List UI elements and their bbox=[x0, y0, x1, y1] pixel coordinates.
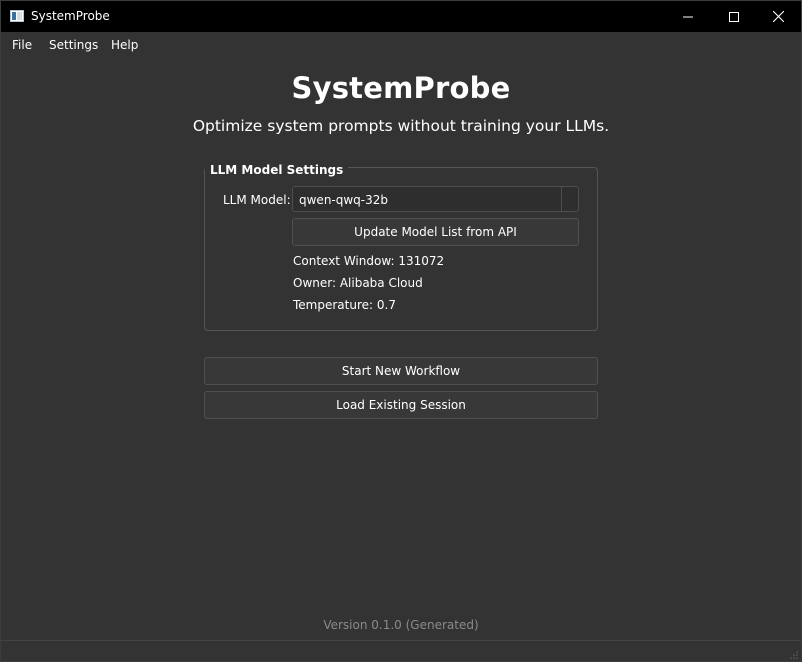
app-window-icon bbox=[10, 10, 24, 22]
minimize-button[interactable] bbox=[665, 1, 711, 32]
llm-model-select[interactable]: qwen-qwq-32b bbox=[292, 186, 579, 212]
start-new-workflow-button[interactable]: Start New Workflow bbox=[204, 357, 598, 385]
llm-model-value: qwen-qwq-32b bbox=[299, 193, 389, 207]
page-subtitle: Optimize system prompts without training… bbox=[192, 117, 610, 135]
owner-info: Owner: Alibaba Cloud bbox=[293, 276, 423, 290]
update-model-list-label: Update Model List from API bbox=[354, 225, 517, 239]
maximize-icon bbox=[729, 11, 739, 22]
title-bar[interactable]: SystemProbe bbox=[1, 1, 801, 32]
load-existing-session-button[interactable]: Load Existing Session bbox=[204, 391, 598, 419]
window-title: SystemProbe bbox=[31, 9, 110, 23]
start-new-workflow-label: Start New Workflow bbox=[341, 364, 461, 378]
page-title: SystemProbe bbox=[291, 71, 511, 105]
temperature-info: Temperature: 0.7 bbox=[293, 298, 396, 312]
close-button[interactable] bbox=[755, 1, 801, 32]
version-label: Version 0.1.0 (Generated) bbox=[323, 618, 479, 632]
menu-settings[interactable]: Settings bbox=[49, 38, 98, 52]
maximize-button[interactable] bbox=[711, 1, 757, 32]
minimize-icon bbox=[683, 16, 693, 17]
close-icon bbox=[772, 11, 784, 22]
llm-settings-group-title: LLM Model Settings bbox=[205, 163, 349, 177]
menu-file[interactable]: File bbox=[12, 38, 32, 52]
load-existing-session-label: Load Existing Session bbox=[336, 398, 466, 412]
status-bar bbox=[1, 640, 801, 662]
context-window-info: Context Window: 131072 bbox=[293, 254, 445, 268]
update-model-list-button[interactable]: Update Model List from API bbox=[292, 218, 579, 246]
main-window: SystemProbe File Settings Help SystemPro… bbox=[0, 0, 802, 662]
menu-help[interactable]: Help bbox=[111, 38, 138, 52]
resize-grip-icon[interactable] bbox=[789, 650, 799, 660]
menu-bar: File Settings Help bbox=[1, 32, 801, 58]
llm-model-label: LLM Model: bbox=[223, 193, 291, 207]
dropdown-arrow-icon[interactable] bbox=[561, 187, 578, 211]
